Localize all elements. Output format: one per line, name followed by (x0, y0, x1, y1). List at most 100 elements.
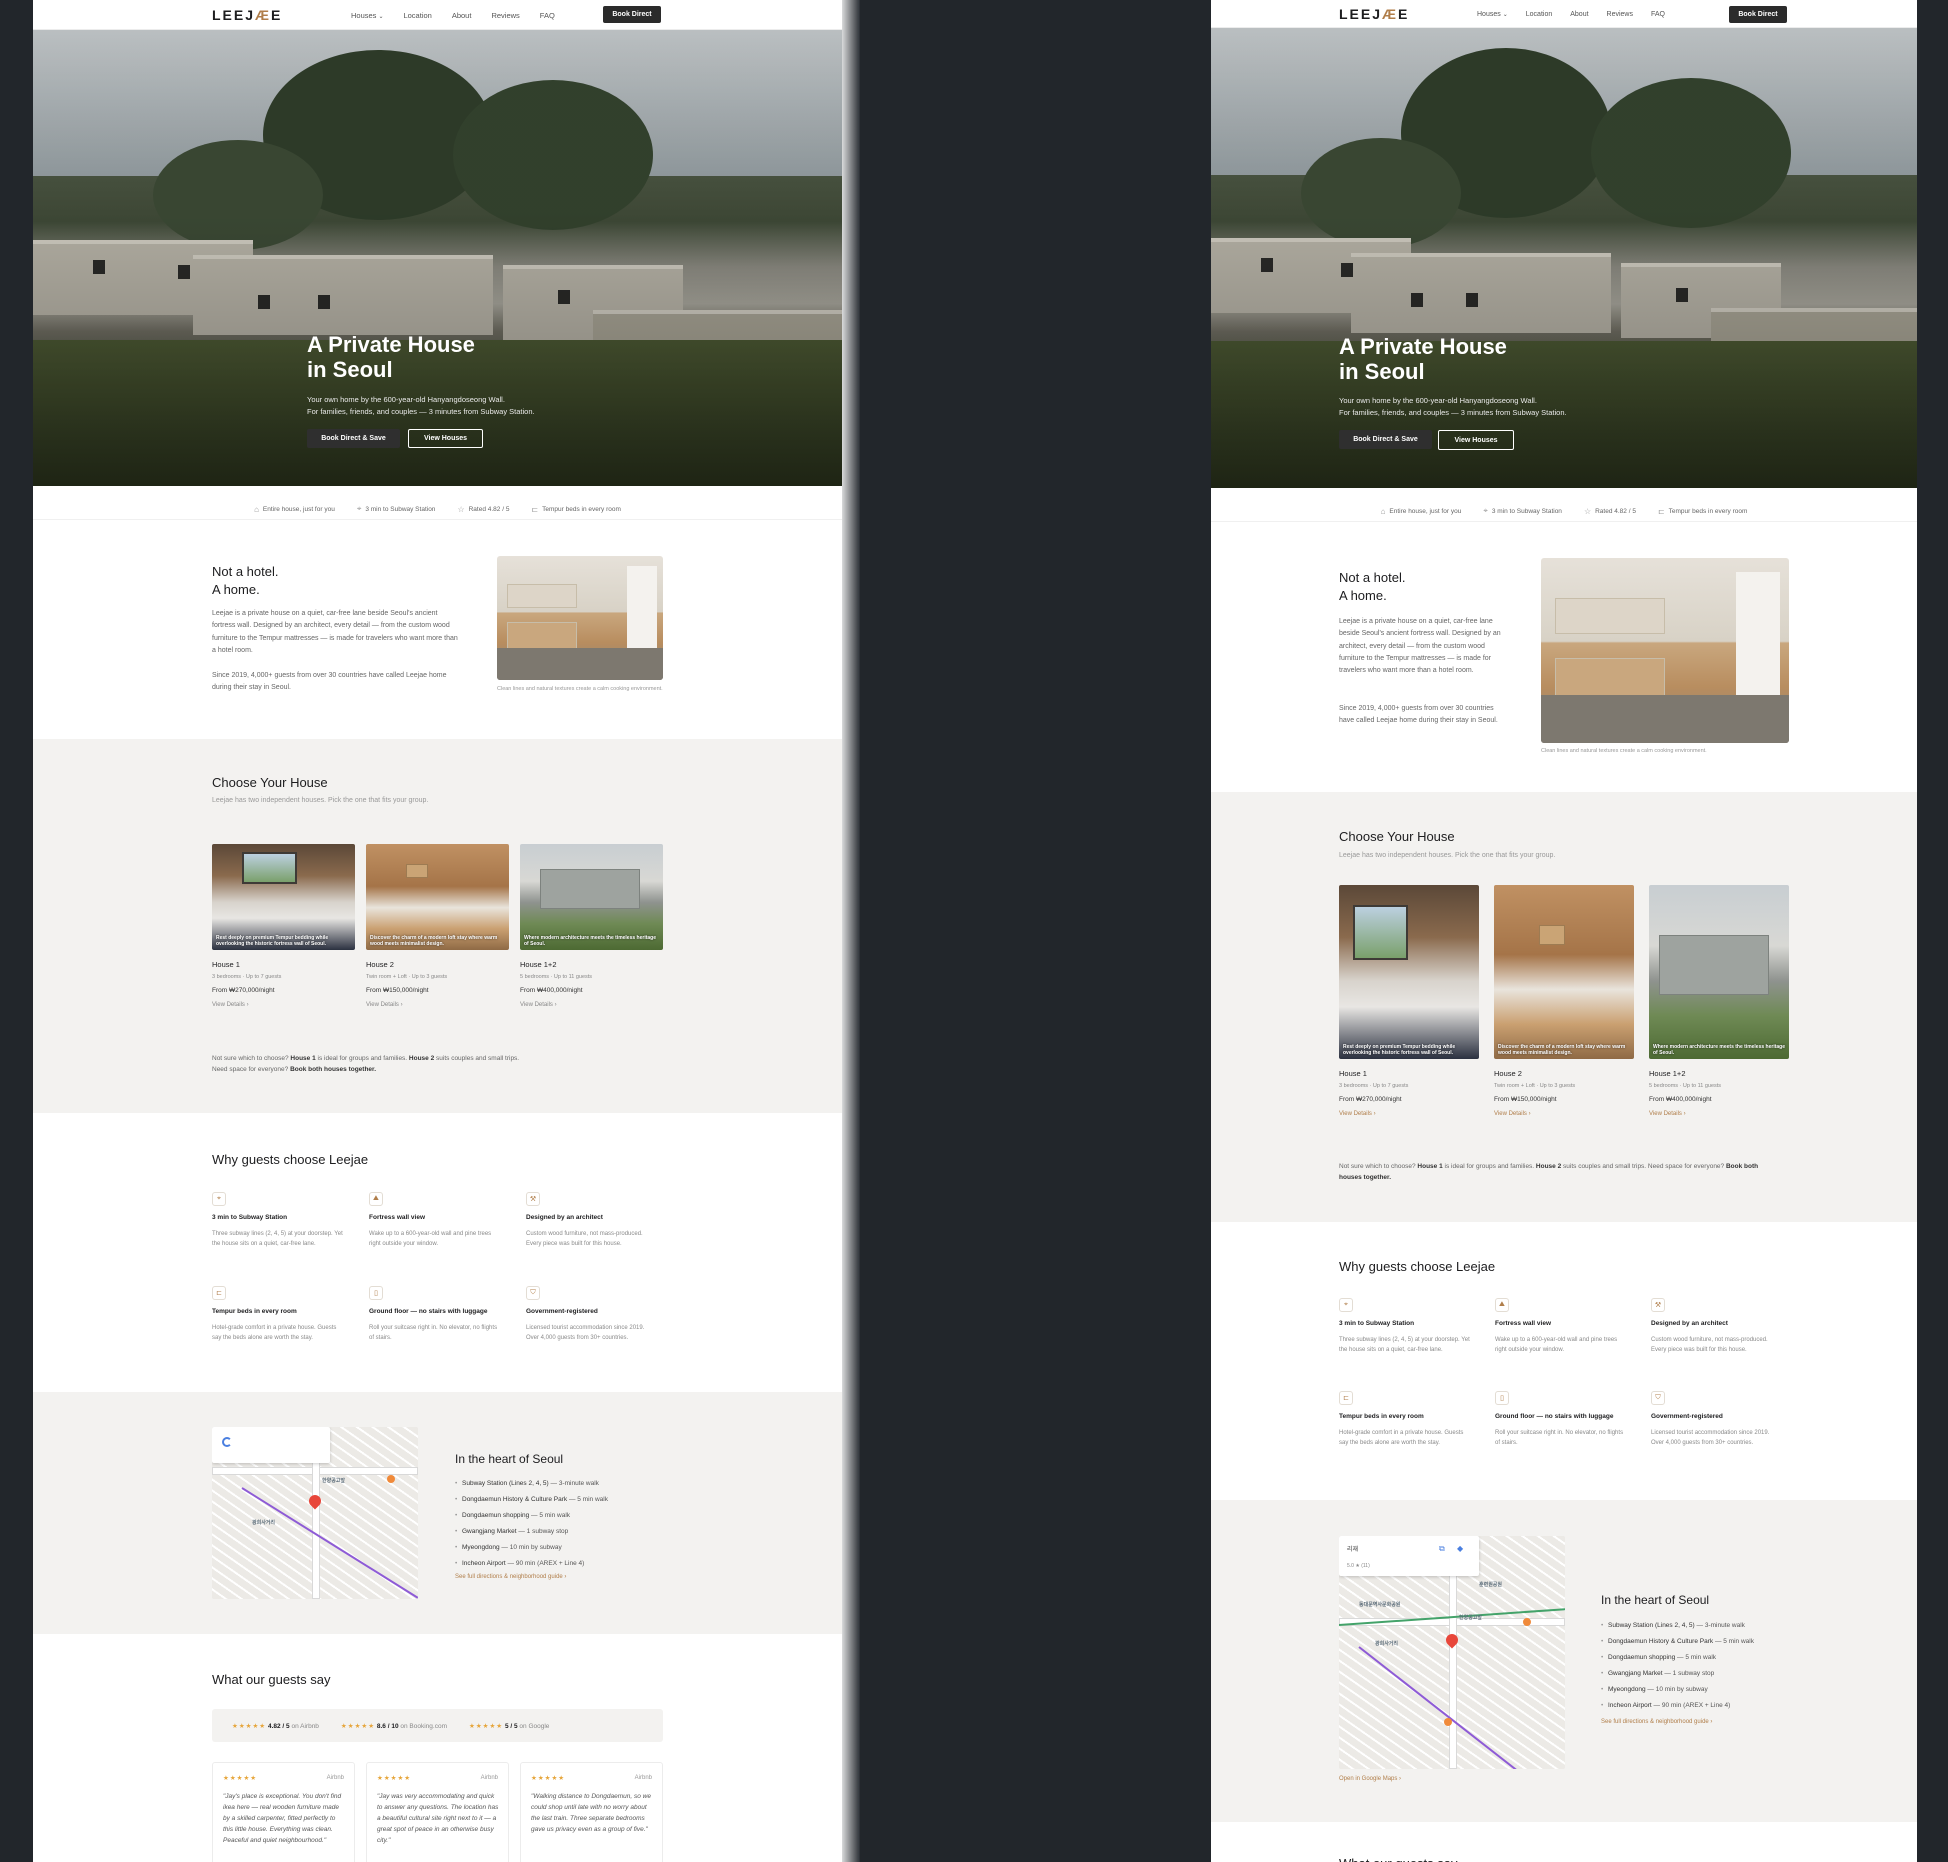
nav-about[interactable]: About (1570, 11, 1588, 18)
ratings-bar: ★★★★★ 4.82 / 5 on Airbnb ★★★★★ 8.6 / 10 … (212, 1709, 663, 1742)
book-direct-button[interactable]: Book Direct (603, 6, 661, 23)
house-name: House 1+2 (1649, 1069, 1686, 1078)
book-direct-button[interactable]: Book Direct (1729, 6, 1787, 23)
house-1-2-photo[interactable]: Where modern architecture meets the time… (520, 844, 663, 950)
why-item-text: Custom wood furniture, not mass-produced… (526, 1231, 643, 1247)
houses-subtitle: Leejae has two independent houses. Pick … (1339, 852, 1556, 859)
location-pin-icon (306, 1492, 324, 1510)
building (1659, 935, 1769, 995)
nav-about[interactable]: About (452, 11, 472, 20)
house-2-photo[interactable]: Discover the charm of a modern loft stay… (366, 844, 509, 950)
location-list-item: Subway Station (Lines 2, 4, 5) — 3-minut… (455, 1476, 608, 1492)
view-houses-button[interactable]: View Houses (408, 429, 483, 448)
map-poi (387, 1475, 395, 1483)
why-icon: ⌖ (1339, 1298, 1353, 1312)
cabinet (507, 584, 577, 608)
location-pin-icon (1443, 1631, 1461, 1649)
google-map[interactable]: 광희사거리 한양공고앞 훈련원공원 동대문역사문화공원 리재 5.0 ★ (11… (1339, 1536, 1565, 1769)
review-card: ★★★★★ Airbnb "Jay's place is exceptional… (212, 1762, 355, 1862)
feature-item: ⊏ Tempur beds in every room (1657, 506, 1748, 516)
feature-item: ☆ Rated 4.82 / 5 (1583, 506, 1636, 516)
feature-item: ⌂ Entire house, just for you (1380, 506, 1462, 516)
hero-subtitle: Your own home by the 600-year-old Hanyan… (307, 395, 535, 416)
house-2-photo[interactable]: Discover the charm of a modern loft stay… (1494, 885, 1634, 1059)
house-icon: ⌂ (254, 504, 259, 514)
why-item-text: Hotel-grade comfort in a private house. … (1339, 1430, 1464, 1446)
hero: A Private House in Seoul Your own home by… (1211, 28, 1917, 488)
house-meta: 3 bedrooms · Up to 7 guests (1339, 1083, 1409, 1089)
house-1-2-photo[interactable]: Where modern architecture meets the time… (1649, 885, 1789, 1059)
nav-houses[interactable]: Houses ⌄ (351, 11, 383, 20)
why-icon: ⛉ (526, 1286, 540, 1300)
photo-overlay-text: Rest deeply on premium Tempur bedding wh… (1343, 1043, 1456, 1056)
directions-link[interactable]: See full directions & neighborhood guide… (455, 1574, 566, 1580)
directions-link[interactable]: See full directions & neighborhood guide… (1601, 1719, 1712, 1725)
house-price: From ₩400,000/night (520, 987, 583, 994)
nav-location[interactable]: Location (1526, 11, 1552, 18)
view-details-link[interactable]: View Details › (1649, 1111, 1686, 1117)
why-title: Why guests choose Leejae (212, 1152, 369, 1167)
location-section: 광희사거리 한양공고앞 In the heart of Seoul Subway… (33, 1392, 842, 1634)
house-name: House 2 (1494, 1069, 1522, 1078)
book-direct-save-button[interactable]: Book Direct & Save (1339, 430, 1432, 449)
feature-item: ⌖ 3 min to Subway Station (1483, 506, 1562, 515)
nav-houses[interactable]: Houses ⌄ (1477, 11, 1508, 18)
why-item-title: 3 min to Subway Station (1339, 1320, 1415, 1327)
logo[interactable]: LEEJÆE (1339, 6, 1409, 22)
house-1-photo[interactable]: Rest deeply on premium Tempur bedding wh… (212, 844, 355, 950)
window (1353, 905, 1408, 960)
nav-faq[interactable]: FAQ (540, 11, 555, 20)
nav-location[interactable]: Location (403, 11, 431, 20)
why-item-text: Wake up to a 600-year-old wall and pine … (369, 1231, 492, 1247)
view-details-link[interactable]: View Details › (520, 1002, 557, 1008)
review-card: ★★★★★ Airbnb "Jay was very accommodating… (366, 1762, 509, 1862)
view-details-link[interactable]: View Details › (1339, 1111, 1376, 1117)
nav-reviews[interactable]: Reviews (491, 11, 519, 20)
houses-title: Choose Your House (1339, 829, 1455, 844)
location-list: Subway Station (Lines 2, 4, 5) — 3-minut… (1601, 1618, 1754, 1714)
view-houses-button[interactable]: View Houses (1438, 430, 1514, 450)
house-meta: 5 bedrooms · Up to 11 guests (520, 974, 593, 980)
open-google-maps-link[interactable]: Open in Google Maps › (1339, 1776, 1401, 1782)
map-place-rating: 5.0 ★ (11) (1347, 1563, 1370, 1569)
view-details-link[interactable]: View Details › (366, 1002, 403, 1008)
rating-booking: ★★★★★ 8.6 / 10 on Booking.com (340, 1722, 447, 1730)
top-nav: LEEJÆE Houses ⌄ Location About Reviews FA… (33, 0, 842, 30)
house-name: House 1 (1339, 1069, 1367, 1078)
map-place-card[interactable]: 리재 5.0 ★ (11) ⧉ ◆ (1339, 1536, 1479, 1576)
why-item-text: Three subway lines (2, 4, 5) at your doo… (1339, 1337, 1470, 1353)
page-preview-tablet: LEEJÆE Houses ⌄ Location About Reviews FA… (1211, 0, 1917, 1862)
window (242, 852, 297, 884)
houses-subtitle: Leejae has two independent houses. Pick … (212, 797, 429, 804)
location-section: 광희사거리 한양공고앞 훈련원공원 동대문역사문화공원 리재 5.0 ★ (11… (1211, 1500, 1917, 1822)
kitchen-floor (1541, 694, 1789, 743)
book-direct-save-button[interactable]: Book Direct & Save (307, 429, 400, 448)
review-text: "Jay's place is exceptional. You don't f… (223, 1793, 342, 1845)
house-meta: 3 bedrooms · Up to 7 guests (212, 974, 282, 980)
house-1-photo[interactable]: Rest deeply on premium Tempur bedding wh… (1339, 885, 1479, 1059)
location-list-item: Dongdaemun History & Culture Park — 5 mi… (455, 1492, 608, 1508)
location-list-item: Myeongdong — 10 min by subway (1601, 1682, 1754, 1698)
review-source: Airbnb (326, 1775, 344, 1781)
directions-icon[interactable]: ◆ (1457, 1544, 1463, 1553)
view-details-link[interactable]: View Details › (1494, 1111, 1531, 1117)
logo[interactable]: LEEJÆE (212, 7, 282, 23)
map-label: 광희사거리 (1375, 1641, 1399, 1647)
house-name: House 2 (366, 960, 394, 969)
view-details-link[interactable]: View Details › (212, 1002, 249, 1008)
house-price: From ₩150,000/night (1494, 1096, 1557, 1103)
map-label: 훈련원공원 (1479, 1582, 1503, 1588)
loading-spinner-icon (222, 1437, 232, 1447)
book-both-link[interactable]: Book both houses together. (290, 1066, 376, 1073)
open-external-icon[interactable]: ⧉ (1439, 1544, 1445, 1554)
houses-note: Not sure which to choose? House 1 is ide… (1339, 1163, 1759, 1181)
location-list-item: Gwangjang Market — 1 subway stop (455, 1524, 608, 1540)
photo-overlay-text: Rest deeply on premium Tempur bedding wh… (216, 934, 329, 947)
top-nav: LEEJÆE Houses ⌄ Location About Reviews FA… (1211, 0, 1917, 28)
review-source: Airbnb (480, 1775, 498, 1781)
why-icon: ⛰ (369, 1192, 383, 1206)
rating-airbnb: ★★★★★ 4.82 / 5 on Airbnb (232, 1722, 319, 1730)
nav-reviews[interactable]: Reviews (1607, 11, 1633, 18)
google-map[interactable]: 광희사거리 한양공고앞 (212, 1427, 418, 1599)
nav-faq[interactable]: FAQ (1651, 11, 1665, 18)
